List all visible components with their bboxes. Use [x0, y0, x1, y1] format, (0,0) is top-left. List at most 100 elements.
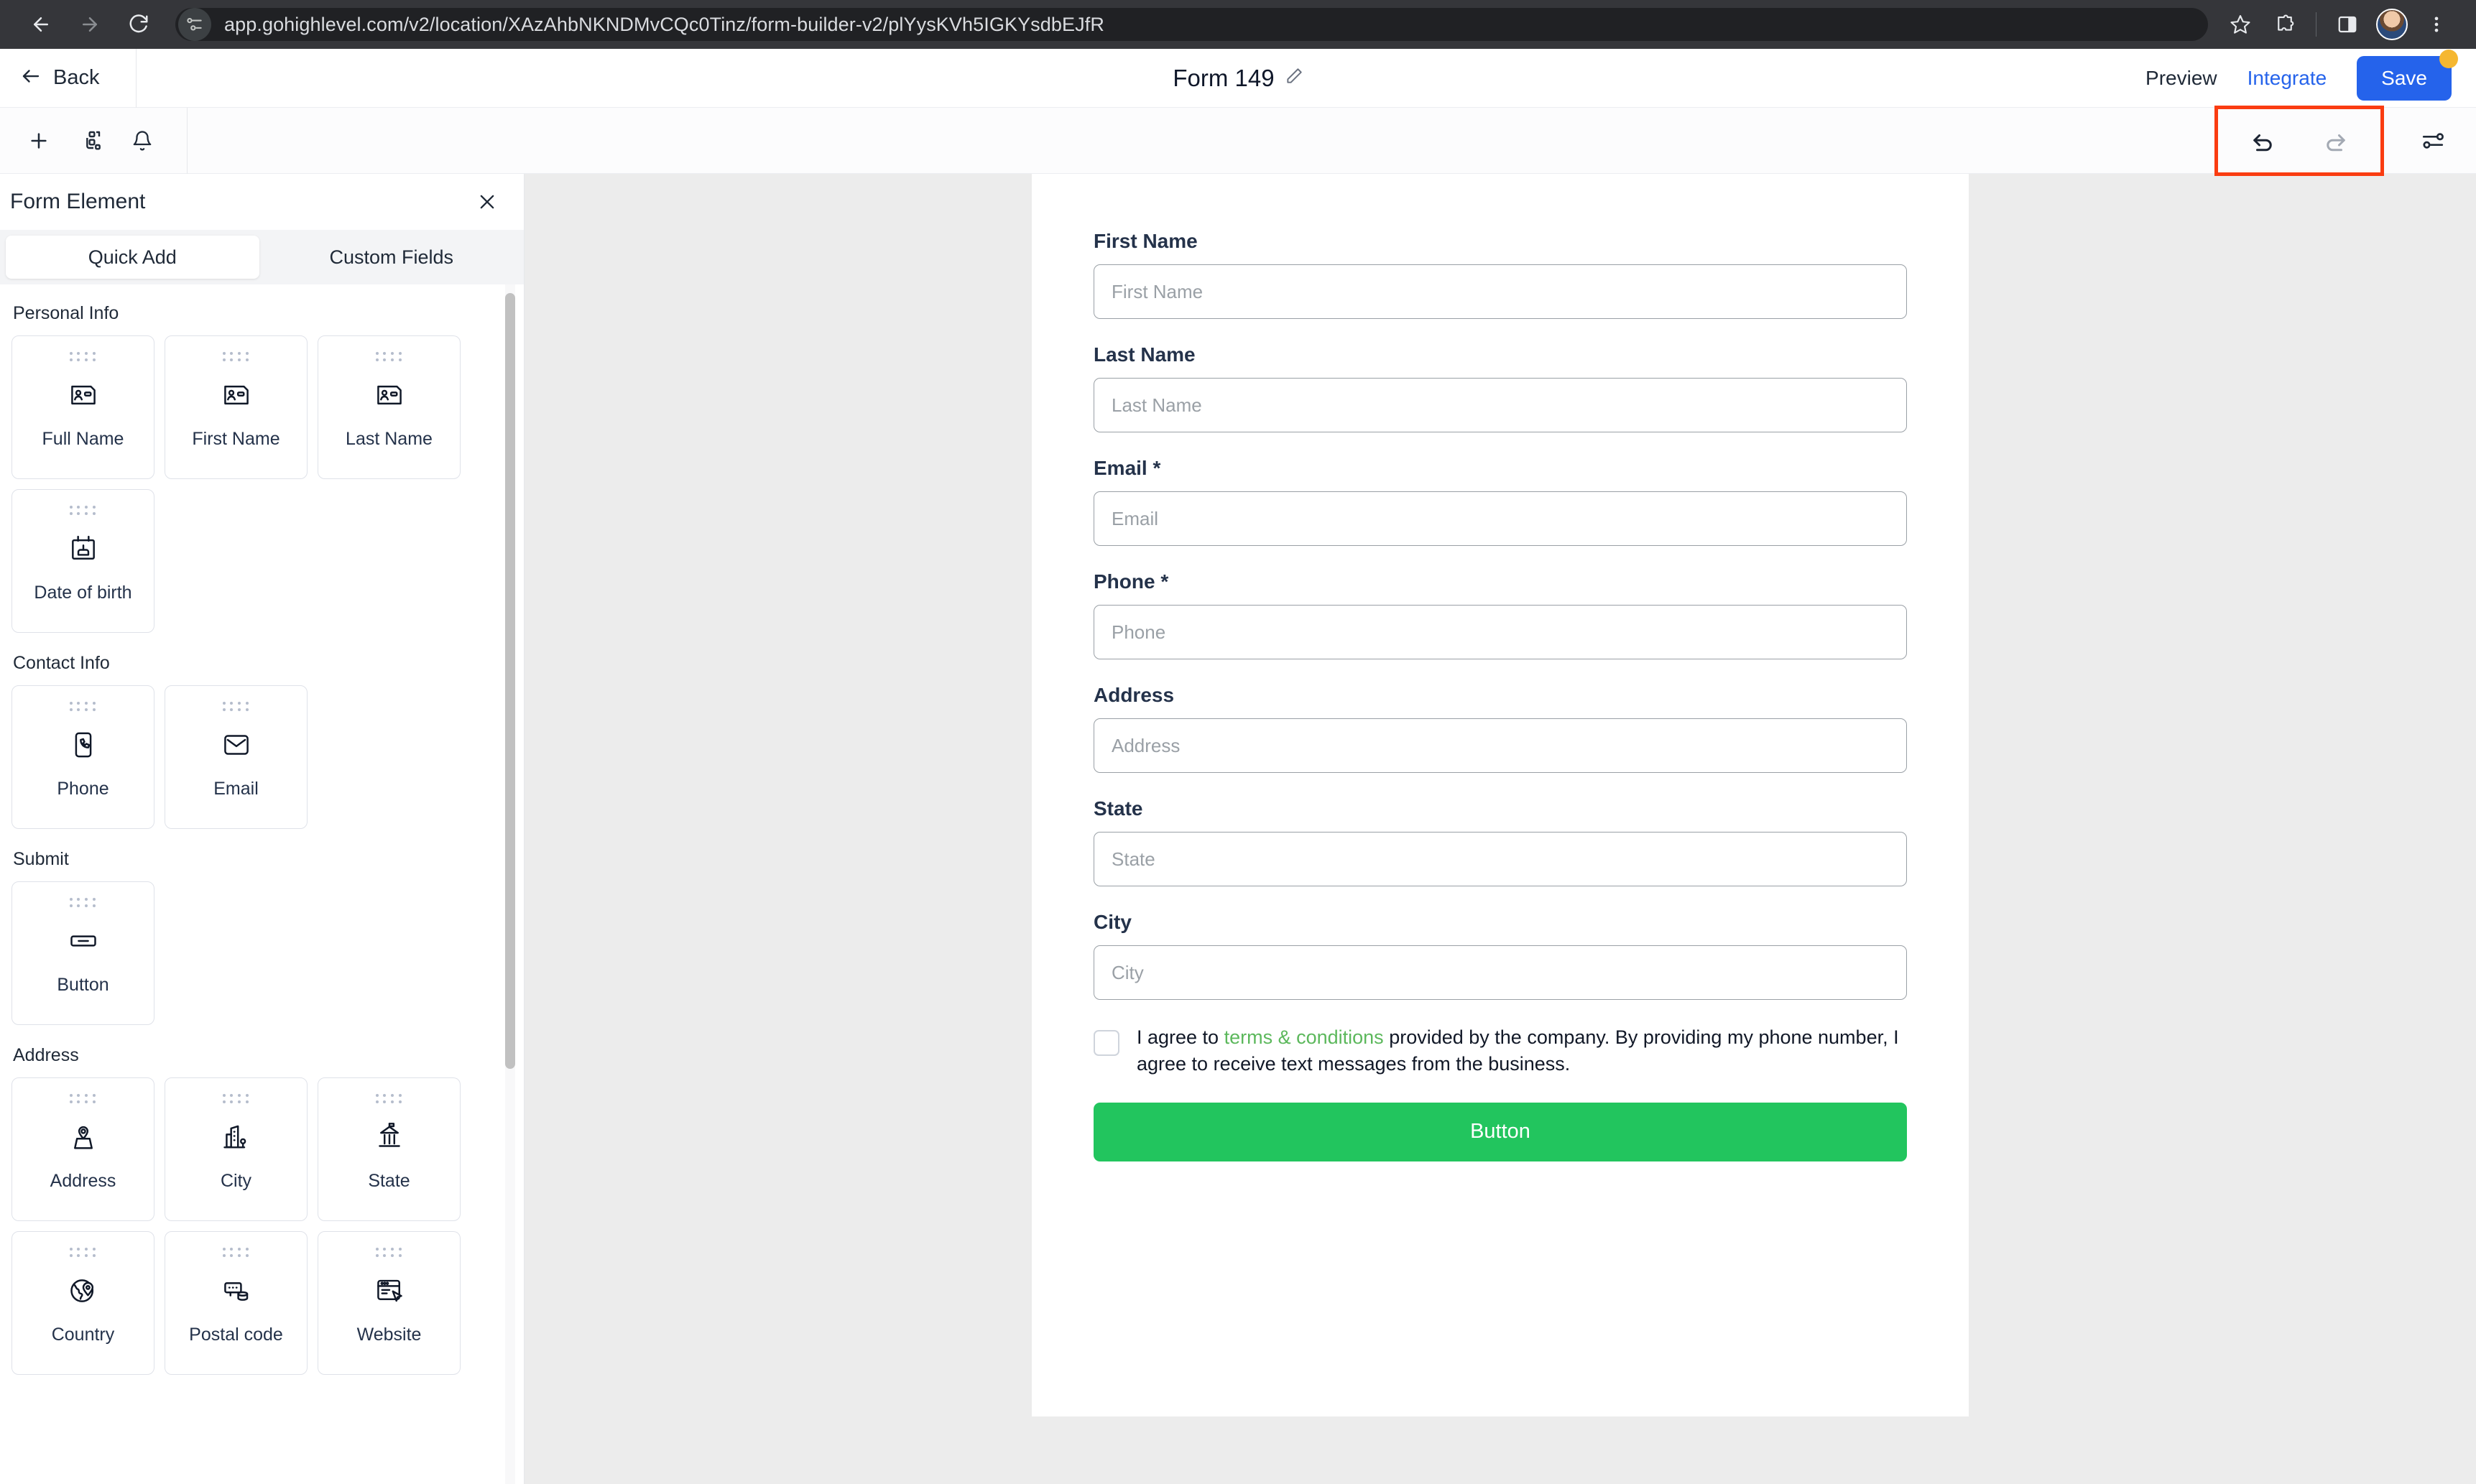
drag-handle-icon[interactable] [375, 1248, 403, 1257]
field-input[interactable]: First Name [1094, 264, 1907, 319]
terms-checkbox[interactable] [1094, 1030, 1119, 1056]
panel-scroll-area: Personal Info Full Name First Name Last Nam… [0, 284, 524, 1484]
tab-custom-fields[interactable]: Custom Fields [265, 236, 519, 279]
app-header: Back Form 149 Preview Integrate Save [0, 48, 2476, 108]
element-card-label: Postal code [189, 1325, 283, 1345]
undo-redo-group [2214, 105, 2384, 176]
undo-icon[interactable] [2237, 115, 2288, 167]
side-panel-icon[interactable] [2327, 4, 2368, 45]
element-card-city[interactable]: City [165, 1077, 308, 1221]
panel-scrollbar-thumb[interactable] [505, 293, 515, 1069]
element-card-state[interactable]: State [318, 1077, 461, 1221]
element-card-country[interactable]: Country [11, 1231, 154, 1375]
panel-section-grid: Phone Email [11, 685, 507, 829]
element-card-first-name[interactable]: First Name [165, 335, 308, 479]
panel-scrollbar[interactable] [505, 284, 515, 1484]
field-input[interactable]: Address [1094, 718, 1907, 773]
panel-section-grid: Address City State Country Postal code Websit… [11, 1077, 507, 1375]
form-field: City City [1094, 911, 1907, 1000]
site-settings-icon[interactable] [178, 8, 211, 41]
tab-quick-add[interactable]: Quick Add [6, 236, 259, 279]
element-card-label: Last Name [346, 429, 433, 449]
element-card-email[interactable]: Email [165, 685, 308, 829]
field-label: City [1094, 911, 1132, 933]
element-card-date-of-birth[interactable]: Date of birth [11, 489, 154, 633]
form-submit-button[interactable]: Button [1094, 1102, 1907, 1161]
drag-handle-icon[interactable] [375, 352, 403, 361]
drag-handle-icon[interactable] [375, 1094, 403, 1103]
drag-handle-icon[interactable] [69, 352, 97, 361]
field-input[interactable]: Last Name [1094, 378, 1907, 432]
three-dot-menu-icon[interactable] [2416, 4, 2457, 45]
browser-window-icon [374, 1269, 405, 1313]
field-input[interactable]: Phone [1094, 605, 1907, 659]
browser-toolbar: app.gohighlevel.com/v2/location/XAzAhbNK… [0, 0, 2476, 49]
drag-handle-icon[interactable] [69, 702, 97, 711]
field-label: Phone * [1094, 570, 1169, 593]
profile-avatar[interactable] [2371, 4, 2413, 45]
panel-section-title: Submit [13, 849, 69, 869]
field-label: Email * [1094, 457, 1161, 479]
plus-icon[interactable] [13, 115, 65, 167]
builder-body: Form Element Quick Add Custom Fields Per… [0, 174, 2476, 1484]
preview-button[interactable]: Preview [2145, 67, 2217, 90]
sliders-settings-icon[interactable] [2407, 115, 2459, 167]
field-input[interactable]: City [1094, 945, 1907, 1000]
element-card-last-name[interactable]: Last Name [318, 335, 461, 479]
drag-handle-icon[interactable] [69, 1094, 97, 1103]
panel-tabs: Quick Add Custom Fields [0, 230, 524, 284]
back-button[interactable]: Back [0, 48, 137, 108]
browser-forward-button[interactable] [68, 2, 112, 47]
drag-handle-icon[interactable] [69, 506, 97, 515]
elements-layout-icon[interactable] [65, 115, 116, 167]
close-icon[interactable] [469, 184, 505, 220]
puzzle-piece-icon[interactable] [2264, 4, 2306, 45]
drag-handle-icon[interactable] [222, 1248, 250, 1257]
field-input[interactable]: Email [1094, 491, 1907, 546]
integrate-button[interactable]: Integrate [2248, 67, 2327, 90]
element-card-label: First Name [192, 429, 280, 449]
star-icon[interactable] [2219, 4, 2261, 45]
builder-toolbar [0, 105, 2476, 176]
element-card-label: Website [356, 1325, 422, 1345]
drag-handle-icon[interactable] [69, 1248, 97, 1257]
terms-and-conditions-link[interactable]: terms & conditions [1224, 1026, 1384, 1048]
field-label: Last Name [1094, 343, 1196, 366]
form-field: Last Name Last Name [1094, 343, 1907, 432]
address-bar[interactable]: app.gohighlevel.com/v2/location/XAzAhbNK… [175, 8, 2208, 41]
element-card-label: State [368, 1171, 410, 1191]
postal-code-icon [221, 1269, 252, 1313]
button-icon [68, 919, 99, 963]
drag-handle-icon[interactable] [222, 702, 250, 711]
panel-sections: Personal Info Full Name First Name Last Nam… [0, 284, 524, 1375]
toolbar-right-group [2214, 105, 2476, 176]
drag-handle-icon[interactable] [222, 352, 250, 361]
drag-handle-icon[interactable] [222, 1094, 250, 1103]
element-card-label: Button [57, 975, 109, 995]
save-button[interactable]: Save [2357, 49, 2458, 101]
redo-icon[interactable] [2310, 115, 2362, 167]
bell-icon[interactable] [116, 115, 168, 167]
page-title: Form 149 [0, 65, 2476, 92]
element-card-button[interactable]: Button [11, 881, 154, 1025]
field-label: State [1094, 797, 1143, 820]
map-pin-icon [68, 1115, 99, 1159]
browser-back-button[interactable] [19, 2, 63, 47]
element-card-phone[interactable]: Phone [11, 685, 154, 829]
birthday-calendar-icon [68, 527, 99, 571]
field-label: Address [1094, 684, 1175, 706]
form-field: First Name First Name [1094, 230, 1907, 319]
field-input[interactable]: State [1094, 832, 1907, 886]
browser-reload-button[interactable] [116, 2, 161, 47]
element-card-address[interactable]: Address [11, 1077, 154, 1221]
browser-actions [2219, 4, 2457, 45]
drag-handle-icon[interactable] [69, 898, 97, 907]
form-title-text: Form 149 [1173, 64, 1275, 91]
form-field: Address Address [1094, 684, 1907, 773]
element-card-website[interactable]: Website [318, 1231, 461, 1375]
panel-header: Form Element [0, 174, 524, 230]
element-card-postal-code[interactable]: Postal code [165, 1231, 308, 1375]
pencil-edit-icon[interactable] [1285, 67, 1303, 89]
element-card-full-name[interactable]: Full Name [11, 335, 154, 479]
element-card-label: Full Name [42, 429, 124, 449]
